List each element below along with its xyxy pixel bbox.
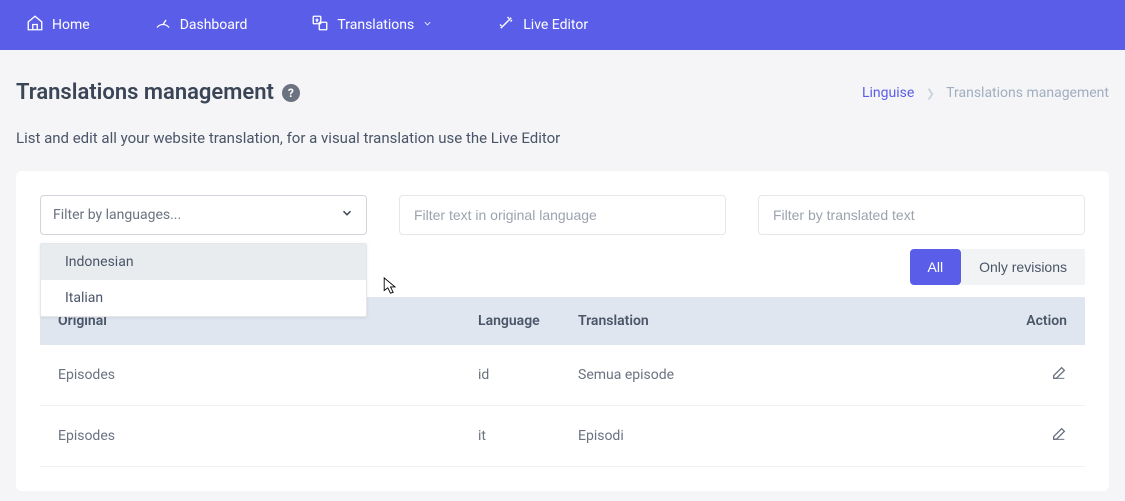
language-filter-placeholder: Filter by languages...	[53, 207, 181, 223]
translate-icon	[311, 14, 329, 36]
original-text-filter-input[interactable]	[399, 195, 726, 235]
breadcrumb: Linguise ❯ Translations management	[862, 85, 1109, 101]
th-translation: Translation	[560, 297, 1005, 345]
table-row: Episodes id Semua episode	[40, 345, 1085, 406]
home-icon	[26, 14, 44, 36]
nav-dashboard[interactable]: Dashboard	[140, 6, 262, 44]
edit-icon[interactable]	[1051, 369, 1067, 385]
page-title-text: Translations management	[16, 80, 274, 105]
language-filter-wrap: Filter by languages... Indonesian Italia…	[40, 195, 367, 235]
cell-original: Episodes	[40, 406, 460, 467]
top-navigation: Home Dashboard Translations Live Editor	[0, 0, 1125, 50]
nav-live-editor-label: Live Editor	[523, 17, 588, 33]
cell-language: it	[460, 406, 560, 467]
help-icon[interactable]: ?	[282, 84, 300, 102]
cell-translation: Semua episode	[560, 345, 1005, 406]
th-language: Language	[460, 297, 560, 345]
chevron-down-icon	[422, 17, 433, 33]
edit-icon[interactable]	[1051, 430, 1067, 446]
nav-dashboard-label: Dashboard	[180, 17, 248, 33]
dropdown-item-italian[interactable]: Italian	[41, 280, 366, 316]
translated-text-filter-input[interactable]	[758, 195, 1085, 235]
language-filter-select[interactable]: Filter by languages...	[40, 195, 367, 235]
gauge-icon	[154, 14, 172, 36]
page-title: Translations management ?	[16, 80, 300, 105]
table-row: Episodes it Episodi	[40, 406, 1085, 467]
dropdown-item-indonesian[interactable]: Indonesian	[41, 244, 366, 280]
page-body: Translations management ? Linguise ❯ Tra…	[0, 50, 1125, 491]
cell-action	[1005, 345, 1085, 406]
view-toggle-group: All Only revisions	[910, 249, 1085, 285]
toggle-all-button[interactable]: All	[910, 249, 962, 285]
wand-icon	[497, 14, 515, 36]
chevron-down-icon	[340, 206, 354, 224]
nav-live-editor[interactable]: Live Editor	[483, 6, 602, 44]
th-action: Action	[1005, 297, 1085, 345]
filters-row: Filter by languages... Indonesian Italia…	[40, 195, 1085, 235]
chevron-right-icon: ❯	[926, 87, 935, 100]
page-header: Translations management ? Linguise ❯ Tra…	[16, 80, 1109, 105]
nav-home-label: Home	[52, 17, 90, 33]
cell-original: Episodes	[40, 345, 460, 406]
nav-translations-label: Translations	[337, 17, 414, 33]
nav-home[interactable]: Home	[12, 6, 104, 44]
cell-action	[1005, 406, 1085, 467]
translations-table: Original Language Translation Action Epi…	[40, 297, 1085, 467]
page-subtitle: List and edit all your website translati…	[16, 129, 1109, 147]
toggle-revisions-button[interactable]: Only revisions	[961, 249, 1085, 285]
breadcrumb-root[interactable]: Linguise	[862, 85, 914, 101]
cell-translation: Episodi	[560, 406, 1005, 467]
breadcrumb-current: Translations management	[946, 85, 1109, 101]
language-dropdown: Indonesian Italian	[40, 243, 367, 317]
cell-language: id	[460, 345, 560, 406]
filter-card: Filter by languages... Indonesian Italia…	[16, 171, 1109, 491]
nav-translations[interactable]: Translations	[297, 6, 447, 44]
